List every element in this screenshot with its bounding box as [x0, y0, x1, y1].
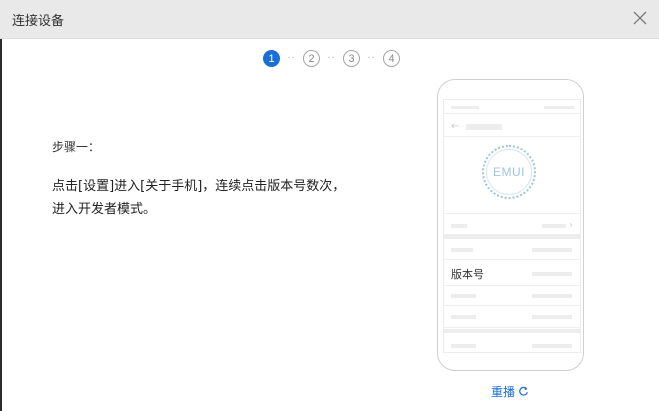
close-icon[interactable]	[631, 9, 649, 27]
step-1: 1	[263, 50, 280, 67]
version-number-label: 版本号	[451, 268, 484, 281]
step-connector: ··	[287, 52, 296, 64]
chevron-right-icon: ›	[569, 220, 573, 231]
step-2: 2	[303, 50, 320, 67]
replay-button[interactable]: 重播	[491, 383, 529, 400]
emui-logo: EMUI	[482, 145, 536, 199]
replay-label: 重播	[491, 385, 516, 399]
step-description: 点击[设置]进入[关于手机]，连续点击版本号数次，进入开发者模式。	[52, 179, 346, 217]
step-4: 4	[383, 50, 400, 67]
step-3: 3	[343, 50, 360, 67]
window-left-edge	[0, 39, 2, 411]
step-indicator: 1 ·· 2 ·· 3 ·· 4	[263, 49, 400, 68]
step-heading: 步骤一：	[52, 140, 101, 154]
dialog-titlebar: 连接设备	[0, 0, 659, 39]
phone-screen: ← EMUI › 版本号	[443, 99, 581, 353]
step-connector: ··	[327, 52, 336, 64]
dialog-title: 连接设备	[12, 14, 65, 29]
refresh-icon	[519, 386, 528, 396]
step-connector: ··	[367, 52, 376, 64]
back-arrow-icon: ←	[451, 121, 460, 132]
